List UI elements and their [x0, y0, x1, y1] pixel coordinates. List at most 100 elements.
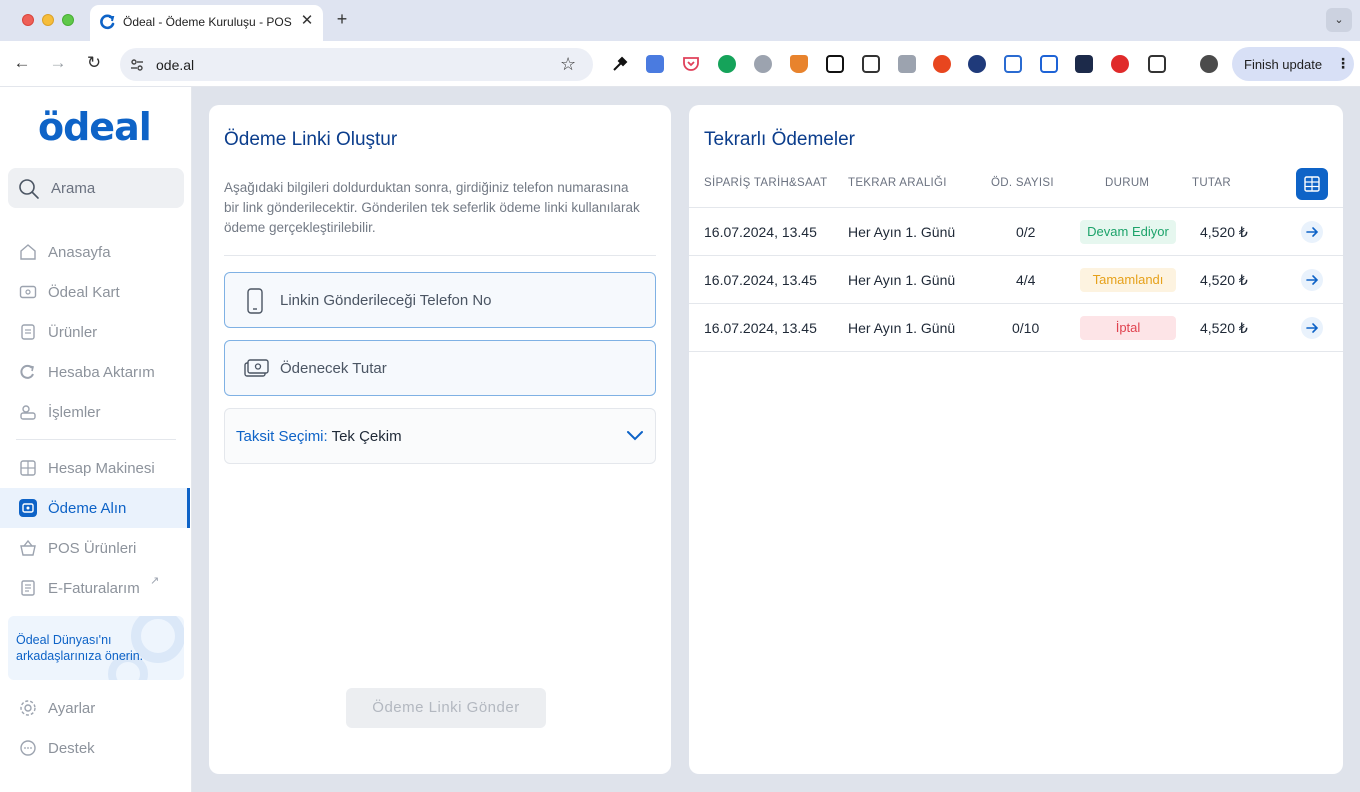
column-header: TEKRAR ARALIĞI: [848, 177, 947, 189]
browser-tab-strip: Ödeal - Ödeme Kuruluşu - POS ✕ + ⌄: [0, 0, 1360, 41]
row-detail-button[interactable]: [1301, 269, 1323, 291]
excel-icon: [1304, 176, 1320, 192]
url-text: ode.al: [156, 57, 195, 73]
calculator-icon: [20, 460, 36, 476]
recurring-title: Tekrarlı Ödemeler: [704, 129, 855, 150]
chevron-down-icon: [627, 431, 643, 441]
basket-icon: [20, 539, 36, 556]
finish-update-button[interactable]: Finish update ⋮: [1232, 47, 1354, 81]
sidebar-item-label: E-Faturalarım: [48, 580, 140, 597]
sidebar-item-pos-urunleri[interactable]: POS Ürünleri: [0, 528, 190, 568]
sidebar-item-label: Anasayfa: [48, 244, 111, 261]
export-excel-button[interactable]: [1296, 168, 1328, 200]
odeal-logo[interactable]: ödeal: [38, 105, 152, 149]
profile-avatar[interactable]: [1200, 55, 1218, 73]
payment-icon: [19, 499, 37, 517]
puzzle-icon[interactable]: [1148, 55, 1166, 73]
sidebar-item-destek[interactable]: Destek: [0, 728, 190, 768]
arrow-right-icon: [1306, 323, 1319, 333]
payment-count: 0/2: [1016, 224, 1036, 240]
installment-select[interactable]: Taksit Seçimi: Tek Çekim: [224, 408, 656, 464]
sidebar-item-label: POS Ürünleri: [48, 540, 137, 557]
transfer-icon: [20, 364, 34, 379]
grammarly-icon[interactable]: [718, 55, 736, 73]
new-tab-button[interactable]: +: [332, 9, 352, 29]
sidebar-item-urunler[interactable]: Ürünler: [0, 312, 190, 352]
column-header: SİPARİŞ TARİH&SAAT: [704, 177, 828, 189]
window-zoom-button[interactable]: [62, 14, 74, 26]
window-close-button[interactable]: [22, 14, 34, 26]
table-row[interactable]: 16.07.2024, 13.45 Her Ayın 1. Günü 4/4 T…: [689, 255, 1343, 303]
plus-circle-icon[interactable]: [933, 55, 951, 73]
tab-search-button[interactable]: ⌄: [1326, 8, 1352, 32]
status-badge: İptal: [1080, 316, 1176, 340]
crop-icon[interactable]: [1040, 55, 1058, 73]
sidebar-item-label: Hesaba Aktarım: [48, 364, 155, 381]
home-icon: [20, 244, 36, 260]
sidebar-item-anasayfa[interactable]: Anasayfa: [0, 232, 190, 272]
reload-icon[interactable]: ↻: [84, 53, 104, 73]
sidebar-item-odeme-alin[interactable]: Ödeme Alın: [0, 488, 190, 528]
camera-icon[interactable]: [898, 55, 916, 73]
gear-extension-icon[interactable]: [754, 55, 772, 73]
globe-icon[interactable]: [968, 55, 986, 73]
eyedropper-icon[interactable]: [611, 55, 629, 73]
bookmark-star-icon[interactable]: ☆: [560, 54, 576, 75]
external-link-icon: ↗: [150, 575, 160, 587]
video-icon[interactable]: [1075, 55, 1093, 73]
more-menu-icon[interactable]: ⋮: [1336, 55, 1350, 72]
payment-count: 4/4: [1016, 272, 1036, 288]
row-detail-button[interactable]: [1301, 317, 1323, 339]
payment-count: 0/10: [1012, 320, 1040, 336]
sidebar-item-label: Ayarlar: [48, 700, 96, 717]
amount-field[interactable]: Ödenecek Tutar: [224, 340, 656, 396]
screenshot-icon[interactable]: [862, 55, 880, 73]
search-box[interactable]: Arama: [8, 168, 184, 208]
money-icon: [244, 359, 269, 377]
sidebar-item-label: Ürünler: [48, 324, 98, 341]
payment-link-description: Aşağıdaki bilgileri doldurduktan sonra, …: [224, 180, 640, 235]
repeat-interval: Her Ayın 1. Günü: [848, 272, 956, 288]
column-header: DURUM: [1105, 177, 1150, 189]
table-row[interactable]: 16.07.2024, 13.45 Her Ayın 1. Günü 0/10 …: [689, 303, 1343, 351]
sidebar-item-ayarlar[interactable]: Ayarlar: [0, 688, 190, 728]
installment-key: Taksit Seçimi:: [236, 428, 328, 445]
column-header: ÖD. SAYISI: [991, 177, 1054, 189]
browser-tab[interactable]: Ödeal - Ödeme Kuruluşu - POS ✕: [90, 5, 323, 41]
pinterest-icon[interactable]: [1111, 55, 1129, 73]
table-row[interactable]: 16.07.2024, 13.45 Her Ayın 1. Günü 0/2 D…: [689, 207, 1343, 255]
metamask-icon[interactable]: [790, 55, 808, 73]
sidebar-item-label: İşlemler: [48, 404, 101, 421]
sidebar-item-hesaba-aktarim[interactable]: Hesaba Aktarım: [0, 352, 190, 392]
installment-value: Tek Çekim: [331, 428, 402, 445]
sidebar-item-islemler[interactable]: İşlemler: [0, 392, 190, 432]
promo-banner[interactable]: Ödeal Dünyası'nı arkadaşlarınıza önerin.: [8, 616, 184, 680]
translate-icon[interactable]: [646, 55, 664, 73]
phone-field[interactable]: Linkin Gönderileceği Telefon No: [224, 272, 656, 328]
send-payment-link-button[interactable]: Ödeme Linki Gönder: [346, 688, 546, 728]
promo-text: Ödeal Dünyası'nı arkadaşlarınıza önerin.: [16, 633, 144, 663]
address-bar[interactable]: ode.al ☆: [120, 48, 593, 81]
tab-close-icon[interactable]: ✕: [298, 12, 316, 30]
forward-icon[interactable]: →: [48, 53, 68, 73]
sidebar-item-odeal-kart[interactable]: Ödeal Kart: [0, 272, 190, 312]
notion-icon[interactable]: [826, 55, 844, 73]
sidebar-item-e-faturalarim[interactable]: E-Faturalarım ↗: [0, 568, 190, 608]
repeat-interval: Her Ayın 1. Günü: [848, 224, 956, 240]
pocket-icon[interactable]: [682, 55, 700, 73]
window-capture-icon[interactable]: [1004, 55, 1022, 73]
column-header: TUTAR: [1192, 177, 1231, 189]
window-minimize-button[interactable]: [42, 14, 54, 26]
row-detail-button[interactable]: [1301, 221, 1323, 243]
back-icon[interactable]: ←: [12, 53, 32, 73]
arrow-right-icon: [1306, 227, 1319, 237]
sidebar-item-hesap-makinesi[interactable]: Hesap Makinesi: [0, 448, 190, 488]
installment-label: Taksit Seçimi: Tek Çekim: [236, 428, 402, 445]
payment-link-title: Ödeme Linki Oluştur: [224, 129, 398, 150]
sidebar: ödeal Arama Anasayfa Ödeal Kart Ürünler …: [0, 87, 192, 792]
sidebar-divider: [16, 439, 176, 440]
card-icon: [19, 285, 37, 299]
odeal-favicon-icon: [100, 14, 115, 30]
search-icon: [19, 179, 39, 199]
site-settings-icon[interactable]: [129, 57, 145, 73]
